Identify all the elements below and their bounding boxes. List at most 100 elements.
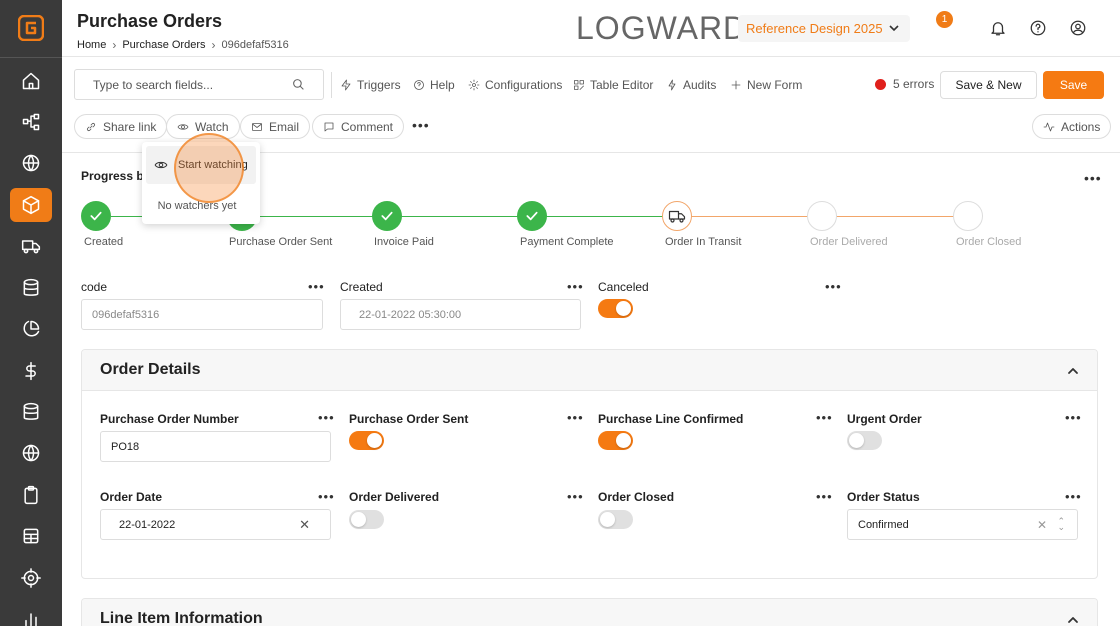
sidebar-item-records[interactable] (10, 395, 52, 429)
new-form-button[interactable]: New Form (730, 77, 802, 93)
sidebar-item-tasks[interactable] (10, 478, 52, 512)
pie-chart-icon (23, 320, 40, 337)
canceled-label: Canceled (598, 280, 649, 294)
more-options-icon[interactable]: ••• (1084, 171, 1102, 185)
line-confirmed-toggle[interactable] (598, 431, 633, 450)
app-logo-icon[interactable] (0, 0, 62, 56)
sidebar-item-network[interactable] (10, 436, 52, 470)
sidebar-item-finance[interactable] (10, 354, 52, 388)
order-closed-toggle[interactable] (598, 510, 633, 529)
bar-chart-icon (25, 613, 37, 626)
line-items-title: Line Item Information (100, 610, 263, 626)
sidebar-item-purchase-orders[interactable] (10, 188, 52, 222)
sidebar-item-tracking[interactable] (10, 561, 52, 595)
more-options-icon[interactable]: ••• (567, 280, 584, 293)
sidebar-item-workflows[interactable] (10, 105, 52, 139)
code-field[interactable]: 096defaf5316 (81, 299, 323, 330)
save-and-new-button[interactable]: Save & New (940, 71, 1037, 99)
step-node-delivered (807, 201, 837, 231)
help-link[interactable]: Help (413, 77, 455, 93)
order-date-label: Order Date (100, 490, 163, 504)
account-button[interactable] (1067, 17, 1089, 39)
chevron-up-icon[interactable] (1067, 364, 1079, 382)
order-details-header[interactable]: Order Details (82, 350, 1097, 391)
save-button[interactable]: Save (1043, 71, 1104, 99)
step-node-in-transit (662, 201, 692, 231)
clear-icon[interactable]: ✕ (1037, 518, 1047, 532)
sidebar-item-tables[interactable] (10, 519, 52, 553)
more-options-icon[interactable]: ••• (825, 280, 842, 293)
order-status-select[interactable]: Confirmed ✕ ⌃ ⌄ (847, 509, 1078, 540)
actions-button[interactable]: Actions (1032, 114, 1112, 139)
plus-icon (731, 80, 741, 90)
configurations-button[interactable]: Configurations (468, 77, 562, 93)
reference-design-value: Reference Design 2025 (746, 21, 883, 36)
table-editor-button[interactable]: Table Editor (573, 77, 653, 93)
order-delivered-toggle[interactable] (349, 510, 384, 529)
sidebar-divider (0, 57, 62, 58)
bolt-icon (668, 79, 676, 91)
activity-icon (1043, 122, 1055, 131)
mail-icon (252, 122, 262, 131)
po-number-field[interactable]: PO18 (100, 431, 331, 462)
breadcrumb-home[interactable]: Home (77, 39, 106, 51)
more-options-icon[interactable]: ••• (1065, 411, 1082, 424)
start-watching-button[interactable]: Start watching (146, 146, 256, 184)
clear-icon[interactable]: ✕ (299, 517, 310, 533)
box-icon (22, 195, 40, 215)
sidebar-item-home[interactable] (10, 64, 52, 98)
more-options-icon[interactable]: ••• (816, 490, 833, 503)
breadcrumb-purchase-orders[interactable]: Purchase Orders (122, 39, 205, 51)
more-options-icon[interactable]: ••• (567, 490, 584, 503)
error-indicator[interactable]: 5 errors (875, 77, 934, 91)
audits-label: Audits (683, 78, 717, 92)
canceled-toggle[interactable] (598, 299, 633, 318)
comment-button[interactable]: Comment (312, 114, 405, 139)
more-options-icon[interactable]: ••• (318, 411, 335, 424)
order-delivered-label: Order Delivered (349, 490, 440, 504)
more-options-icon[interactable]: ••• (412, 118, 430, 132)
target-icon (21, 568, 41, 588)
home-icon (22, 72, 40, 90)
more-options-icon[interactable]: ••• (308, 280, 325, 293)
step-label-created: Created (84, 236, 124, 248)
eye-icon (177, 123, 189, 130)
help-button[interactable] (1027, 17, 1049, 39)
audits-button[interactable]: Audits (666, 77, 716, 93)
step-label-payment-complete: Payment Complete (520, 236, 614, 248)
reference-design-select[interactable]: Reference Design 2025 (738, 15, 910, 42)
progress-bar-label: Progress ba (81, 169, 151, 183)
po-sent-toggle[interactable] (349, 431, 384, 450)
sidebar-item-reports[interactable] (10, 602, 52, 626)
more-options-icon[interactable]: ••• (567, 411, 584, 424)
more-options-icon[interactable]: ••• (1065, 490, 1082, 503)
sidebar-item-database[interactable] (10, 271, 52, 305)
po-number-label: Purchase Order Number (100, 412, 239, 426)
triggers-label: Triggers (357, 78, 401, 92)
sidebar-item-analytics[interactable] (10, 312, 52, 346)
brand-name: LOGWARD (576, 10, 748, 46)
gear-icon (468, 79, 480, 91)
notifications-button[interactable] (987, 17, 1009, 39)
order-closed-label: Order Closed (598, 490, 675, 504)
search-input[interactable] (93, 78, 283, 92)
more-options-icon[interactable]: ••• (816, 411, 833, 424)
watch-button[interactable]: Watch (166, 114, 240, 139)
chevron-up-icon[interactable] (1067, 613, 1079, 626)
more-options-icon[interactable]: ••• (318, 490, 335, 503)
line-items-header[interactable]: Line Item Information (82, 599, 1097, 626)
step-node-payment-complete (517, 201, 547, 231)
order-date-field[interactable]: 22-01-2022 ✕ (100, 509, 331, 540)
bolt-icon (341, 79, 351, 91)
check-icon (526, 211, 538, 221)
search-icon[interactable] (292, 78, 305, 91)
email-button[interactable]: Email (240, 114, 311, 139)
step-label-po-sent: Purchase Order Sent (229, 236, 333, 248)
urgent-order-toggle[interactable] (847, 431, 882, 450)
sidebar-item-shipments[interactable] (10, 229, 52, 263)
created-field[interactable]: 22-01-2022 05:30:00 (340, 299, 581, 330)
sidebar-item-global[interactable] (10, 146, 52, 180)
triggers-button[interactable]: Triggers (340, 77, 401, 93)
share-link-button[interactable]: Share link (74, 114, 168, 139)
step-node-created (81, 201, 111, 231)
